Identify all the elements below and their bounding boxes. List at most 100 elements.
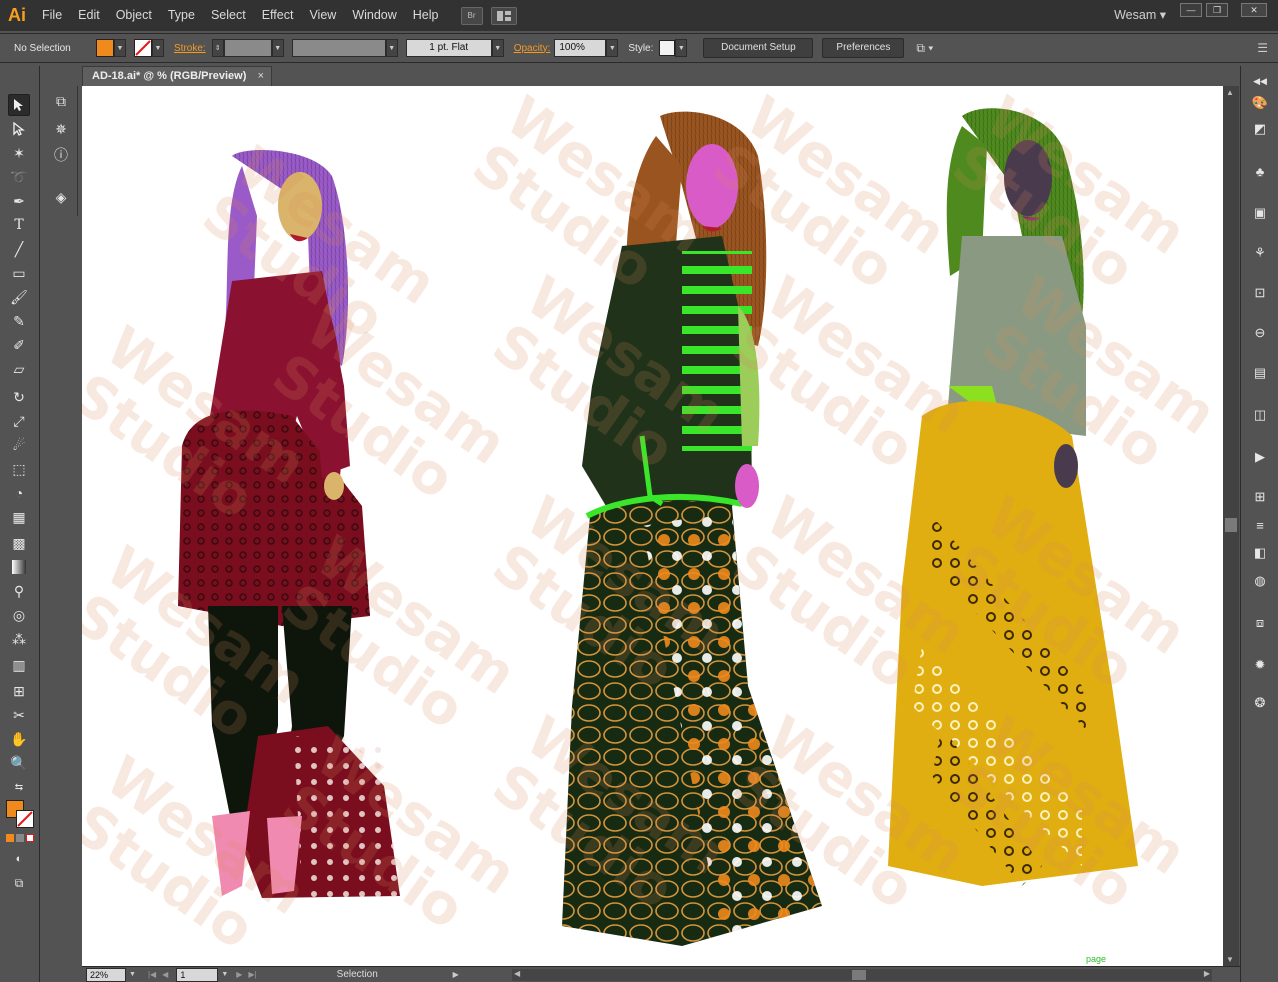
next-artboard-icon[interactable]: ▶ [236,970,242,979]
screen-mode-icon[interactable]: ⧉ [8,872,30,894]
shape-builder-tool-icon[interactable]: ◔ [8,482,30,504]
swap-fill-stroke-icon[interactable]: ⇆ [8,776,30,798]
free-transform-tool-icon[interactable]: ⬚ [8,458,30,480]
vertical-scrollbar[interactable]: ▲ ▼ [1223,86,1239,966]
arrange-documents-icon[interactable] [490,6,517,25]
zoom-field[interactable]: 22% [86,967,126,982]
scroll-left-icon[interactable]: ◀ [514,969,520,978]
swatches-panel-icon[interactable]: ♣ [1249,160,1271,182]
info-panel-icon[interactable]: ⓘ [50,144,72,166]
graphic-style-dropdown-icon[interactable]: ▼ [675,39,688,57]
user-menu[interactable]: Wesam ▾ [1114,0,1166,31]
color-guide-icon[interactable]: ◩ [1249,118,1271,140]
brush-definition-field[interactable]: 1 pt. Flat [405,39,492,57]
hand-tool-icon[interactable]: ✋ [8,728,30,750]
stroke-weight-stepper[interactable]: ⇕ [211,39,224,57]
magic-wand-tool-icon[interactable]: ✶ [8,142,30,164]
horizontal-scrollbar[interactable]: ◀ ▶ [512,969,1212,981]
align-panel-icon[interactable]: ▤ [1249,362,1271,384]
stroke-color-swatch[interactable] [16,810,34,828]
preferences-button[interactable]: Preferences [822,38,905,58]
color-mode-buttons[interactable] [6,834,34,844]
brushes-panel-icon[interactable]: ▣ [1249,202,1271,224]
scale-tool-icon[interactable]: ⤢ [8,410,30,432]
links-panel-icon[interactable]: ⊖ [1249,322,1271,344]
panel-menu-icon[interactable]: ☰ [1257,41,1268,55]
last-artboard-icon[interactable]: ▶| [248,970,256,979]
actions-panel-icon[interactable]: ▶ [1249,446,1271,468]
zoom-tool-icon[interactable]: 🔍 [8,752,30,774]
scroll-up-icon[interactable]: ▲ [1226,88,1234,97]
artboard-dropdown-icon[interactable]: ▼ [221,971,228,978]
restore-icon[interactable]: ❐ [1206,3,1228,17]
gradient-tool-icon[interactable] [8,556,30,578]
artboard-number-field[interactable]: 1 [176,967,219,982]
paintbrush-tool-icon[interactable]: 🖌 [8,286,30,308]
menu-type[interactable]: Type [160,0,203,31]
pen-tool-icon[interactable]: ✒ [8,190,30,212]
eyedropper-tool-icon[interactable]: ⚲ [8,580,30,602]
layers-panel-icon[interactable]: ◈ [50,186,72,208]
stroke-swatch[interactable] [134,39,152,57]
stroke-panel-icon[interactable]: ≡ [1249,514,1271,536]
column-graph-tool-icon[interactable]: ▥ [8,654,30,676]
scroll-down-icon[interactable]: ▼ [1226,955,1234,964]
menu-select[interactable]: Select [203,0,254,31]
document-tab[interactable]: AD-18.ai* @ % (RGB/Preview) × [82,66,272,86]
symbols-panel-icon[interactable]: ⚘ [1249,242,1271,264]
pathfinder-panel-icon[interactable]: ◫ [1249,404,1271,426]
blend-tool-icon[interactable]: ◎ [8,604,30,626]
draw-mode-icon[interactable]: ◐ [8,848,30,870]
artboards-panel-icon[interactable]: ⧉ [50,90,72,112]
line-tool-icon[interactable]: ╱ [8,238,30,260]
navigator-panel-icon[interactable]: ✵ [50,118,72,140]
transparency-panel-icon[interactable]: ◍ [1249,570,1271,592]
bridge-button[interactable]: Br [460,6,483,25]
status-menu-icon[interactable]: ▶ [453,970,459,979]
opacity-label[interactable]: Opacity: [514,43,551,54]
warp-tool-icon[interactable]: ☄ [8,434,30,456]
horizontal-scroll-thumb[interactable] [852,970,866,980]
mesh-tool-icon[interactable]: ▩ [8,532,30,554]
menu-view[interactable]: View [301,0,344,31]
dock-expand-icon[interactable]: ◀◀ [1249,70,1271,92]
grid-panel-icon[interactable]: ⊞ [1249,486,1271,508]
direct-selection-tool-icon[interactable] [8,118,30,140]
fill-dropdown-icon[interactable]: ▼ [114,39,126,57]
menu-edit[interactable]: Edit [70,0,108,31]
blob-brush-tool-icon[interactable]: ✐ [8,334,30,356]
artboard-canvas[interactable]: Wesam Studio Wesam Studio Wesam Studio Wesa… [82,86,1223,966]
stroke-weight-dropdown-icon[interactable]: ▼ [271,39,284,57]
perspective-grid-tool-icon[interactable]: ▦ [8,506,30,528]
rotate-tool-icon[interactable]: ↻ [8,386,30,408]
stroke-dropdown-icon[interactable]: ▼ [152,39,164,57]
tab-close-icon[interactable]: × [258,67,264,86]
opacity-dropdown-icon[interactable]: ▼ [606,39,619,57]
fill-swatch[interactable] [96,39,114,57]
first-artboard-icon[interactable]: |◀ [148,970,156,979]
menu-help[interactable]: Help [405,0,447,31]
artboard-tool-icon[interactable]: ⊞ [8,680,30,702]
brush-definition-dropdown-icon[interactable]: ▼ [491,39,504,57]
stroke-label[interactable]: Stroke: [174,43,206,54]
previous-artboard-icon[interactable]: ◀ [162,970,168,979]
scroll-right-icon[interactable]: ▶ [1204,969,1210,978]
vertical-scroll-thumb[interactable] [1225,518,1237,532]
gradient-panel-icon[interactable]: ◧ [1249,542,1271,564]
appearance-panel-icon[interactable]: ⧈ [1249,612,1271,634]
menu-object[interactable]: Object [108,0,160,31]
graphic-styles-panel-icon[interactable]: ✹ [1249,654,1271,676]
minimize-icon[interactable]: — [1180,3,1202,17]
pencil-tool-icon[interactable]: ✎ [8,310,30,332]
graphic-style-swatch[interactable] [659,40,676,56]
type-tool-icon[interactable]: T [8,214,30,236]
slice-tool-icon[interactable]: ✂ [8,704,30,726]
symbols-sprayer-panel-icon[interactable]: ❂ [1249,692,1271,714]
transform-panel-icon[interactable]: ⊡ [1249,282,1271,304]
lasso-tool-icon[interactable]: ➰ [8,166,30,188]
symbol-sprayer-tool-icon[interactable]: ⁂ [8,628,30,650]
menu-file[interactable]: File [34,0,70,31]
eraser-tool-icon[interactable]: ▱ [8,358,30,380]
zoom-dropdown-icon[interactable]: ▼ [129,971,136,978]
rectangle-tool-icon[interactable]: ▭ [8,262,30,284]
